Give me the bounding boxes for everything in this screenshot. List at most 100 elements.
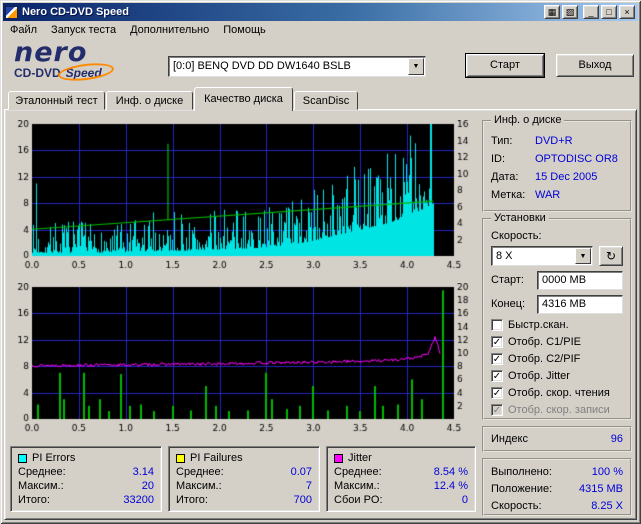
stat-value: 7: [305, 480, 312, 492]
statbox-title: PI Failures: [190, 452, 243, 464]
nero-product-text: CD-DVD Speed: [14, 60, 164, 84]
disc-info-group: Инф. о диске Тип: DVD+R ID: OPTODISC OR8 Д…: [482, 114, 632, 212]
menu-file[interactable]: Файл: [3, 22, 44, 38]
stat-label: Среднее:: [18, 466, 66, 478]
window-title: Nero CD-DVD Speed: [22, 6, 129, 18]
drive-select-dropdown-button[interactable]: ▼: [408, 58, 424, 75]
maximize-button[interactable]: □: [601, 5, 617, 19]
tab-disc-quality[interactable]: Качество диска: [194, 87, 293, 111]
minimize-button[interactable]: _: [583, 5, 599, 19]
speed-label: Скорость:: [491, 230, 542, 242]
stat-value: 8.54 %: [433, 466, 468, 478]
checkbox-box[interactable]: ✓: [491, 386, 503, 399]
settings-group: Установки Скорость: 8 X ▼ ↻ Старт: 0000 …: [482, 212, 632, 420]
checkbox-show-write-speed: ✓ Отобр. скор. записи: [491, 401, 623, 418]
speed-select-dropdown-button[interactable]: ▼: [575, 248, 591, 264]
pi-errors-chart: [10, 120, 478, 274]
checkbox-label: Отобр. Jitter: [508, 369, 570, 382]
pi-errors-swatch-icon: [18, 453, 27, 463]
nero-logo: nero CD-DVD Speed: [14, 37, 164, 88]
checkbox-show-jitter[interactable]: ✓ Отобр. Jitter: [491, 367, 623, 384]
settings-title: Установки: [491, 212, 549, 224]
nero-brand-text: nero: [14, 37, 88, 68]
pi-failures-swatch-icon: [176, 453, 185, 463]
pi-failures-jitter-chart: [10, 283, 478, 437]
jitter-swatch-icon: [334, 453, 343, 463]
position-label: Положение:: [491, 482, 553, 495]
tab-benchmark[interactable]: Эталонный тест: [8, 91, 105, 110]
extra-button-2-icon[interactable]: ▨: [562, 5, 578, 19]
extra-button-1-icon[interactable]: ▦: [544, 5, 560, 19]
checkbox-label: Отобр. C1/PIE: [508, 335, 581, 348]
scan-end-label: Конец:: [491, 298, 526, 310]
stat-value: 20: [141, 480, 154, 492]
speed-select-value: 8 X: [496, 250, 513, 262]
index-group: Индекс 96: [482, 426, 632, 452]
done-value: 100 %: [591, 465, 623, 478]
checkbox-label: Отобр. скор. записи: [508, 403, 610, 416]
pi-failures-statbox: PI Failures Среднее: 0.07 Максим.: 7 Итого…: [168, 446, 320, 512]
stat-label: Среднее:: [334, 466, 382, 478]
progress-group: Выполнено: 100 % Положение: 4315 MB Скорос…: [482, 458, 632, 516]
pi-errors-statbox: PI Errors Среднее: 3.14 Максим.: 20 Итого:…: [10, 446, 162, 512]
app-window: Nero CD-DVD Speed ▦ ▨ _ □ × Файл Запуск …: [0, 0, 641, 524]
scan-start-field[interactable]: 0000 MB: [537, 270, 623, 290]
disc-date-label: Дата:: [491, 171, 519, 183]
checkbox-label: Отобр. C2/PIF: [508, 352, 581, 365]
refresh-speed-button[interactable]: ↻: [599, 246, 623, 266]
menu-help[interactable]: Помощь: [216, 22, 273, 38]
drive-select[interactable]: [0:0] BENQ DVD DD DW1640 BSLB ▼: [168, 56, 426, 77]
checkbox-show-c1-pie[interactable]: ✓ Отобр. C1/PIE: [491, 333, 623, 350]
index-value: 96: [610, 433, 623, 445]
checkbox-fast-scan[interactable]: Быстр.скан.: [491, 316, 623, 333]
stat-label: Максим.:: [18, 480, 64, 492]
menu-extra[interactable]: Дополнительно: [123, 22, 216, 38]
app-icon: [5, 5, 18, 19]
done-label: Выполнено:: [491, 465, 552, 478]
stat-label: Среднее:: [176, 466, 224, 478]
position-value: 4315 MB: [578, 482, 623, 495]
scan-end-field[interactable]: 4316 MB: [537, 294, 623, 314]
disc-type-value: DVD+R: [535, 135, 573, 147]
stat-value: 700: [293, 494, 312, 506]
menu-run-test[interactable]: Запуск теста: [44, 22, 123, 38]
stat-label: Максим.:: [334, 480, 380, 492]
stat-label: Максим.:: [176, 480, 222, 492]
refresh-icon: ↻: [605, 249, 617, 263]
checkbox-box[interactable]: ✓: [491, 369, 503, 382]
window-controls: ▦ ▨ _ □ ×: [544, 5, 635, 19]
chevron-down-icon: ▼: [579, 253, 587, 260]
checkbox-show-read-speed[interactable]: ✓ Отобр. скор. чтения: [491, 384, 623, 401]
stat-label: Итого:: [18, 494, 50, 506]
checkbox-show-c2-pif[interactable]: ✓ Отобр. C2/PIF: [491, 350, 623, 367]
statbox-title: PI Errors: [32, 452, 76, 464]
disc-type-label: Тип:: [491, 135, 513, 147]
stat-value: 0: [461, 494, 468, 506]
stat-value: 12.4 %: [433, 480, 468, 492]
checkbox-box[interactable]: ✓: [491, 335, 503, 348]
start-button[interactable]: Старт: [465, 53, 545, 78]
tab-disc-info[interactable]: Инф. о диске: [106, 91, 193, 110]
stat-value: 3.14: [132, 466, 154, 478]
disc-id-label: ID:: [491, 153, 506, 165]
stat-label: Сбои PO:: [334, 494, 383, 506]
disc-label-label: Метка:: [491, 189, 526, 201]
stat-label: Итого:: [176, 494, 208, 506]
drive-select-value: [0:0] BENQ DVD DD DW1640 BSLB: [173, 60, 351, 72]
tab-scandisc[interactable]: ScanDisc: [294, 91, 358, 110]
exit-button[interactable]: Выход: [556, 54, 634, 77]
scan-start-label: Старт:: [491, 274, 524, 286]
chevron-down-icon: ▼: [412, 63, 420, 70]
checkbox-label: Быстр.скан.: [508, 318, 569, 331]
checkbox-box[interactable]: [491, 318, 503, 331]
stat-value: 0.07: [290, 466, 312, 478]
checkbox-box[interactable]: ✓: [491, 352, 503, 365]
disc-date-value: 15 Dec 2005: [535, 171, 598, 183]
close-button[interactable]: ×: [619, 5, 635, 19]
speed-select[interactable]: 8 X ▼: [491, 246, 593, 266]
disc-info-title: Инф. о диске: [491, 114, 565, 126]
stat-value: 33200: [123, 494, 154, 506]
title-bar[interactable]: Nero CD-DVD Speed ▦ ▨ _ □ ×: [3, 3, 638, 21]
disc-label-value: WAR: [535, 189, 561, 201]
jitter-statbox: Jitter Среднее: 8.54 % Максим.: 12.4 % Сбо…: [326, 446, 476, 512]
